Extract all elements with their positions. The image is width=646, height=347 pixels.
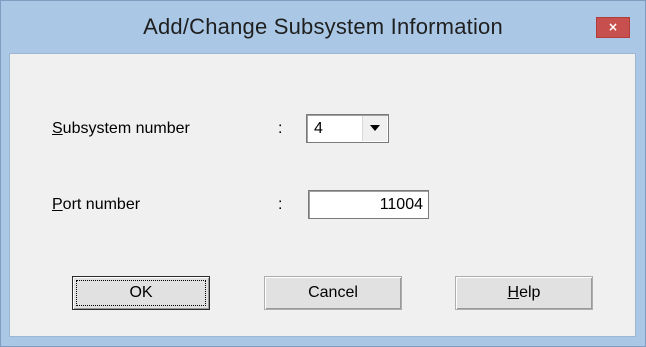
- subsystem-number-label-text: ubsystem number: [62, 120, 190, 137]
- subsystem-number-label: Subsystem number: [52, 120, 190, 138]
- subsystem-number-accelerator: S: [52, 120, 63, 137]
- port-number-accelerator: P: [52, 196, 63, 213]
- help-button-label: Help: [508, 284, 541, 301]
- port-number-field-frame: [308, 190, 429, 219]
- close-icon: ×: [607, 20, 619, 34]
- help-button-label-text: elp: [519, 284, 541, 301]
- port-number-label-text: ort number: [62, 196, 141, 213]
- dialog-body: Subsystem number : 4 Port number : OK Ca…: [9, 53, 636, 337]
- port-number-label: Port number: [52, 196, 140, 214]
- close-button[interactable]: ×: [596, 17, 630, 38]
- cancel-button-label: Cancel: [308, 284, 358, 301]
- port-number-colon: :: [278, 196, 283, 213]
- dialog-window: Add/Change Subsystem Information × Subsy…: [0, 0, 646, 347]
- subsystem-number-colon: :: [278, 120, 283, 137]
- ok-button[interactable]: OK: [72, 276, 210, 310]
- dropdown-button[interactable]: [362, 116, 387, 141]
- chevron-down-icon: [370, 125, 380, 131]
- title-bar[interactable]: Add/Change Subsystem Information ×: [1, 1, 645, 53]
- port-number-field[interactable]: [311, 191, 423, 218]
- window-title: Add/Change Subsystem Information: [143, 14, 503, 39]
- ok-button-label: OK: [129, 284, 153, 301]
- help-accelerator: H: [507, 284, 520, 301]
- cancel-button[interactable]: Cancel: [264, 276, 402, 310]
- subsystem-number-select[interactable]: 4: [306, 114, 389, 143]
- subsystem-number-value: 4: [314, 120, 323, 137]
- help-button[interactable]: Help: [455, 276, 593, 310]
